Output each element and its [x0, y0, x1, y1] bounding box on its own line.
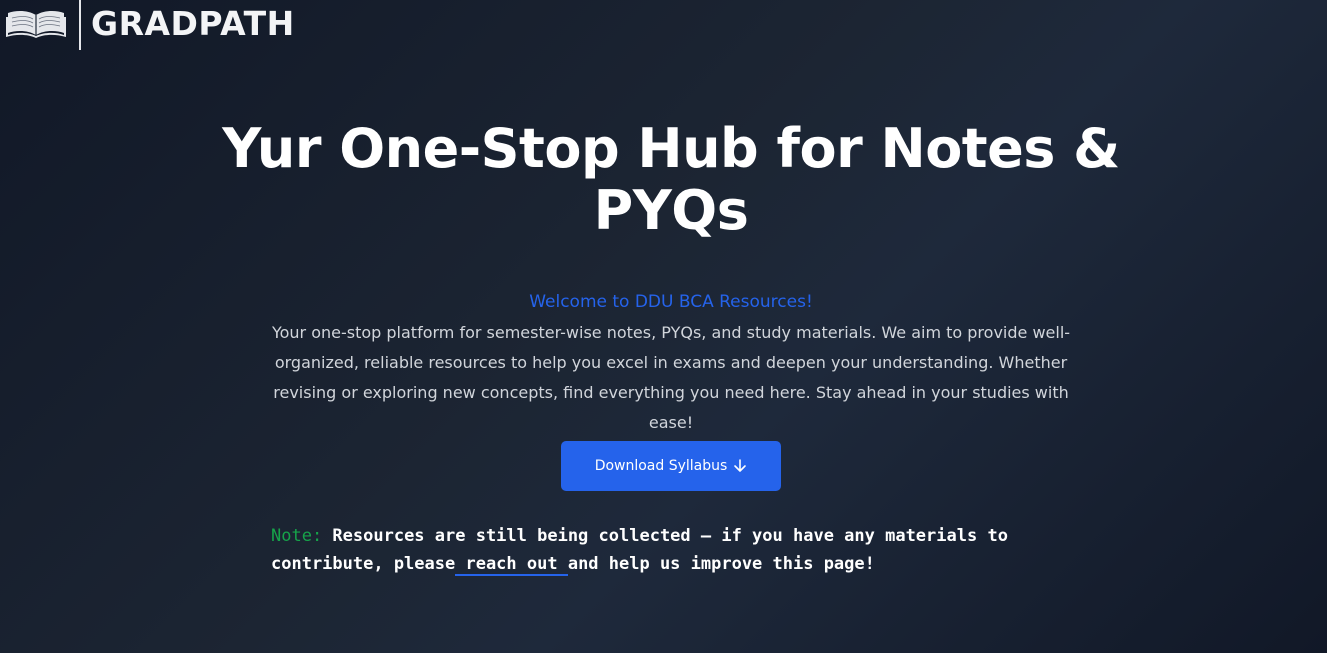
arrow-down-icon — [734, 459, 747, 472]
download-syllabus-label: Download Syllabus — [594, 458, 728, 474]
download-syllabus-button[interactable]: Download Syllabus — [561, 441, 781, 491]
hero-title: Yur One-Stop Hub for Notes & PYQs — [222, 117, 1120, 242]
brand-name[interactable]: GRADPATH — [91, 2, 295, 46]
logo-divider — [79, 0, 81, 50]
welcome-heading: Welcome to DDU BCA Resources! — [529, 292, 813, 312]
reach-out-link[interactable]: reach out — [455, 554, 568, 576]
note-label: Note: — [271, 526, 323, 546]
open-book-icon[interactable] — [6, 9, 66, 39]
note-text-after: and help us improve this page! — [567, 554, 875, 574]
contribution-note: Note: Resources are still being collecte… — [271, 522, 1091, 578]
intro-description: Your one-stop platform for semester-wise… — [271, 323, 1071, 432]
